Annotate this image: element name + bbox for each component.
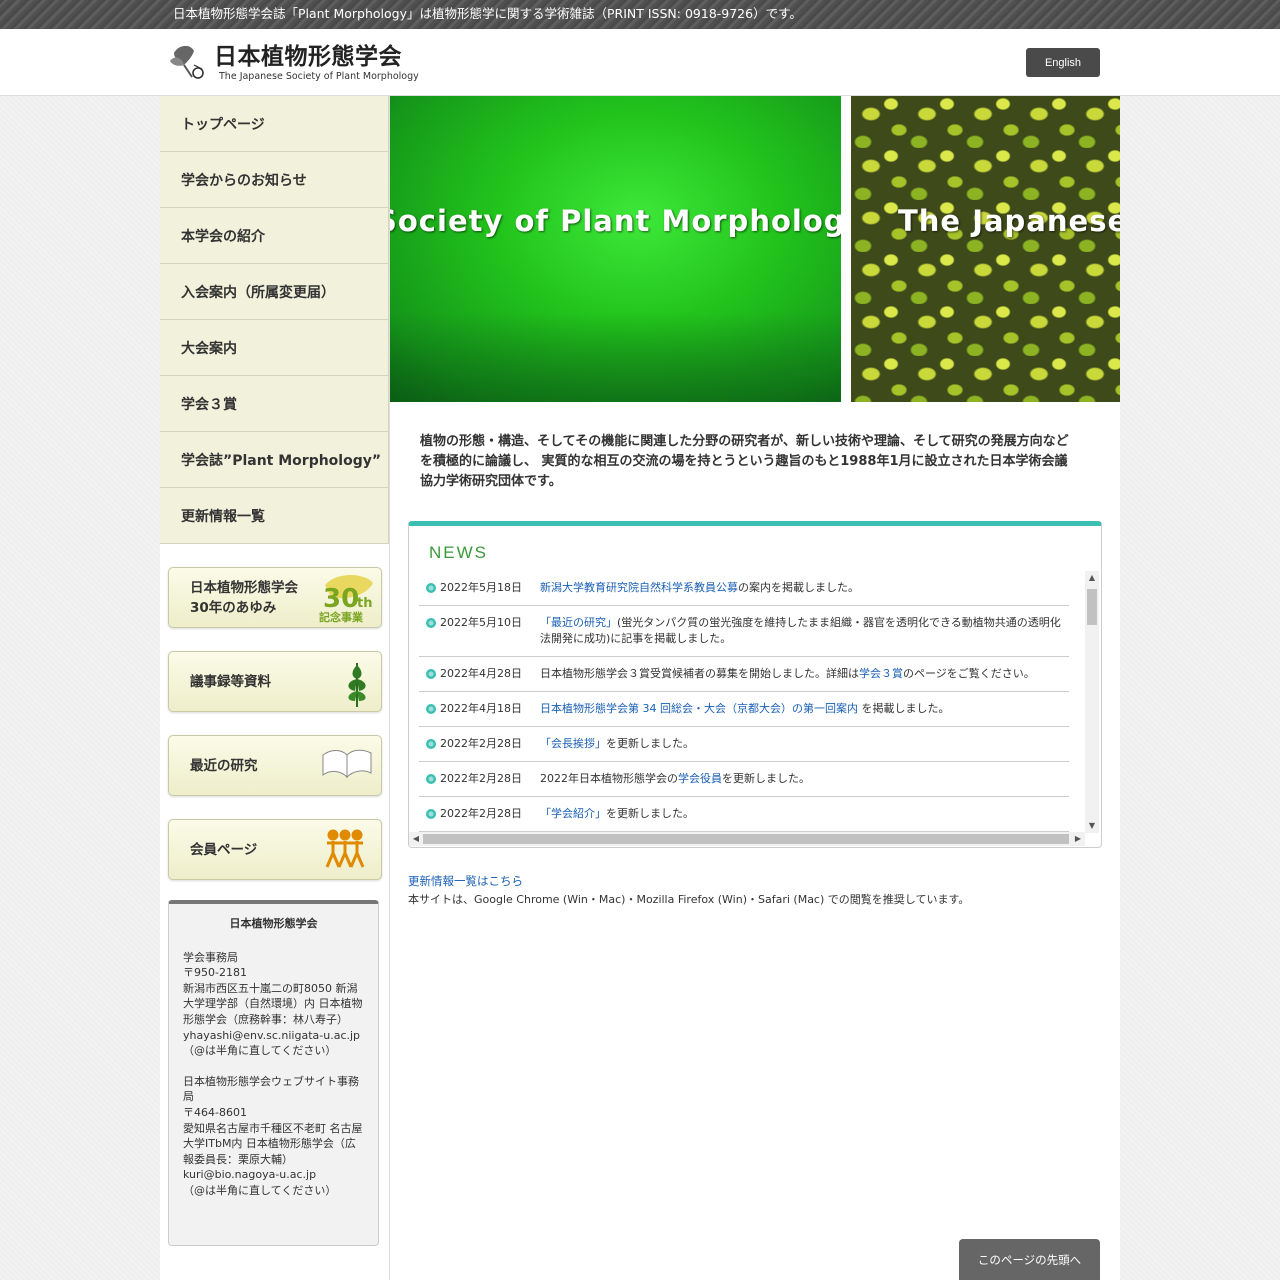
office1-note: （@は半角に直してください）: [183, 1044, 337, 1058]
hero-caption-left: Society of Plant Morphology: [390, 204, 841, 238]
bullet-icon: [426, 774, 436, 784]
nav-item-meeting[interactable]: 大会案内: [160, 320, 389, 376]
office2-name: 日本植物形態学会ウェブサイト事務局: [183, 1074, 359, 1104]
bullet-icon: [426, 583, 436, 593]
news-item: 2022年2月28日 「学会紹介」を更新しました。: [419, 797, 1069, 832]
contact-box: 日本植物形態学会 学会事務局 〒950-2181 新潟市西区五十嵐二の町8050…: [168, 900, 379, 1246]
nav-item-top[interactable]: トップページ: [160, 96, 389, 152]
office1-zip: 〒950-2181: [183, 966, 247, 980]
news-link[interactable]: 学会役員: [678, 772, 722, 785]
sidebar: トップページ 学会からのお知らせ 本学会の紹介 入会案内（所属変更届） 大会案内…: [160, 96, 390, 1280]
contact-office-1: 学会事務局 〒950-2181 新潟市西区五十嵐二の町8050 新潟大学理学部（…: [183, 950, 364, 1059]
back-to-top-button[interactable]: このページの先頭へ: [959, 1239, 1100, 1280]
bullet-icon: [426, 618, 436, 628]
minutes-banner-label: 議事録等資料: [190, 673, 271, 690]
browser-recommendation: 本サイトは、Google Chrome (Win・Mac)・Mozilla Fi…: [408, 893, 970, 906]
news-item: 2022年5月10日 「最近の研究」(蛍光タンパク質の蛍光強度を維持したまま組織…: [419, 606, 1069, 657]
office1-address: 新潟市西区五十嵐二の町8050 新潟大学理学部（自然環境）内 日本植物形態学会（…: [183, 981, 363, 1026]
news-panel: NEWS 2022年5月18日 新潟大学教育研究院自然科学系教員公募の案内を掲載…: [408, 521, 1102, 848]
news-link[interactable]: 「最近の研究」: [540, 616, 617, 629]
bullet-icon: [426, 669, 436, 679]
research-banner-label: 最近の研究: [190, 757, 258, 774]
nav-item-about[interactable]: 本学会の紹介: [160, 208, 389, 264]
updates-list-link[interactable]: 更新情報一覧はこちら: [408, 873, 523, 889]
bullet-icon: [426, 809, 436, 819]
main-content: Society of Plant Morphology The Japanese…: [390, 96, 1120, 1280]
news-horizontal-scrollbar[interactable]: ◀ ▶: [409, 832, 1085, 846]
office2-address: 愛知県名古屋市千種区不老町 名古屋大学ITbM内 日本植物形態学会（広報委員長：…: [183, 1121, 363, 1166]
journal-notice: 日本植物形態学会誌「Plant Morphology」は植物形態学に関する学術雑…: [173, 6, 802, 21]
society-intro: 植物の形態・構造、そしてその機能に関連した分野の研究者が、新しい技術や理論、そし…: [420, 434, 1069, 489]
ginkgo-leaf-icon: [168, 43, 212, 83]
hero-slideshow: Society of Plant Morphology The Japanese…: [390, 96, 1120, 402]
nav-item-journal[interactable]: 学会誌”Plant Morphology”: [160, 432, 389, 488]
office1-email: yhayashi@env.sc.niigata-u.ac.jp: [183, 1028, 361, 1042]
people-group-icon: [317, 825, 375, 875]
history-banner[interactable]: 日本植物形態学会 30年のあゆみ 30 th 記念事業: [168, 567, 382, 628]
news-link[interactable]: 日本植物形態学会第 34 回総会・大会（京都大会）の第一回案内: [540, 702, 858, 715]
hero-image-green: Society of Plant Morphology: [390, 96, 841, 402]
contact-office-2: 日本植物形態学会ウェブサイト事務局 〒464-8601 愛知県名古屋市千種区不老…: [183, 1074, 364, 1199]
bullet-icon: [426, 739, 436, 749]
site-header: 日本植物形態学会 The Japanese Society of Plant M…: [0, 29, 1280, 96]
news-link[interactable]: 新潟大学教育研究院自然科学系教員公募: [540, 581, 738, 594]
scroll-thumb-horizontal[interactable]: [423, 834, 1069, 844]
office2-email: kuri@bio.nagoya-u.ac.jp: [183, 1168, 317, 1182]
office2-note: （@は半角に直してください）: [183, 1183, 337, 1197]
members-banner-label: 会員ページ: [190, 841, 258, 858]
badge-th: th: [357, 596, 372, 611]
hero-image-cells: The Japanese S: [851, 96, 1120, 402]
nav-item-updates[interactable]: 更新情報一覧: [160, 488, 389, 544]
news-title: NEWS: [429, 543, 488, 562]
badge-30: 30: [323, 584, 359, 614]
anniversary-30th-icon: 30 th 記念事業: [317, 573, 375, 624]
badge-caption: 記念事業: [319, 610, 364, 623]
nav-item-membership[interactable]: 入会案内（所属変更届）: [160, 264, 389, 320]
history-banner-line1: 日本植物形態学会: [190, 579, 298, 596]
scroll-left-icon[interactable]: ◀: [409, 832, 423, 846]
office2-zip: 〒464-8601: [183, 1105, 247, 1119]
nav-item-announcements[interactable]: 学会からのお知らせ: [160, 152, 389, 208]
news-list[interactable]: 2022年5月18日 新潟大学教育研究院自然科学系教員公募の案内を掲載しました。…: [419, 571, 1069, 833]
news-link[interactable]: 学会３賞: [859, 667, 903, 680]
open-book-icon: [317, 741, 375, 791]
logo-title-ja: 日本植物形態学会: [214, 44, 402, 70]
english-button[interactable]: English: [1026, 48, 1100, 77]
news-item: 2022年5月18日 新潟大学教育研究院自然科学系教員公募の案内を掲載しました。: [419, 571, 1069, 606]
plant-sprig-icon: [317, 657, 375, 707]
hero-caption-right: The Japanese S: [898, 204, 1120, 238]
news-link[interactable]: 「学会紹介」: [540, 807, 606, 820]
scroll-up-icon[interactable]: ▲: [1085, 571, 1099, 585]
nav-item-awards[interactable]: 学会３賞: [160, 376, 389, 432]
history-banner-line2: 30年のあゆみ: [190, 599, 277, 616]
minutes-banner[interactable]: 議事録等資料: [168, 651, 382, 712]
news-item: 2022年2月28日 2022年日本植物形態学会の学会役員を更新しました。: [419, 762, 1069, 797]
logo-title-en: The Japanese Society of Plant Morphology: [219, 71, 419, 82]
news-item: 2022年4月18日 日本植物形態学会第 34 回総会・大会（京都大会）の第一回…: [419, 692, 1069, 727]
scroll-down-icon[interactable]: ▼: [1085, 819, 1099, 833]
office1-name: 学会事務局: [183, 950, 238, 964]
members-banner[interactable]: 会員ページ: [168, 819, 382, 880]
news-vertical-scrollbar[interactable]: ▲ ▼: [1085, 571, 1099, 833]
news-link[interactable]: 「会長挨拶」: [540, 737, 606, 750]
research-banner[interactable]: 最近の研究: [168, 735, 382, 796]
news-item: 2022年4月28日 日本植物形態学会３賞受賞候補者の募集を開始しました。詳細は…: [419, 657, 1069, 692]
scroll-thumb[interactable]: [1087, 589, 1097, 625]
bullet-icon: [426, 704, 436, 714]
contact-title: 日本植物形態学会: [229, 917, 318, 930]
site-logo[interactable]: 日本植物形態学会 The Japanese Society of Plant M…: [168, 43, 419, 83]
top-info-bar: 日本植物形態学会誌「Plant Morphology」は植物形態学に関する学術雑…: [0, 0, 1280, 29]
page-container: トップページ 学会からのお知らせ 本学会の紹介 入会案内（所属変更届） 大会案内…: [160, 96, 1120, 1280]
news-item: 2022年2月28日 「会長挨拶」を更新しました。: [419, 727, 1069, 762]
scroll-right-icon[interactable]: ▶: [1071, 832, 1085, 846]
